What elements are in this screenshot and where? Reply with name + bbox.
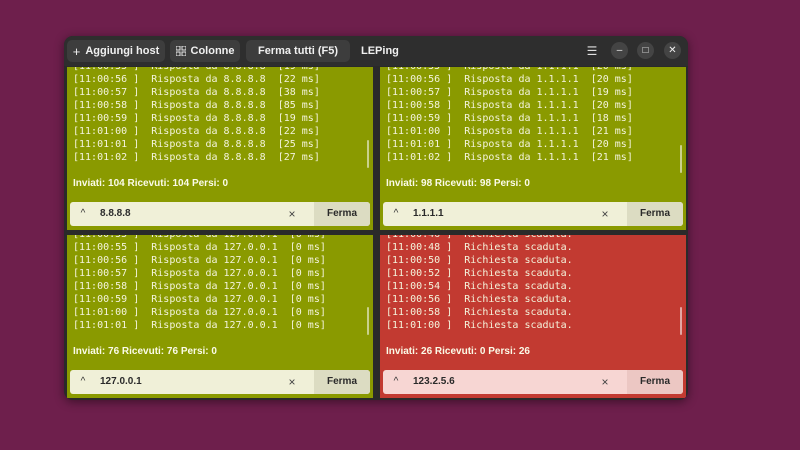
add-host-button[interactable]: + Aggiungi host bbox=[67, 40, 165, 62]
host-input[interactable] bbox=[100, 202, 280, 226]
host-bar: ^ × Ferma bbox=[70, 202, 370, 226]
grid-icon bbox=[175, 46, 186, 56]
stop-all-label: Ferma tutti (F5) bbox=[257, 45, 339, 57]
chevron-up-icon[interactable]: ^ bbox=[70, 370, 96, 394]
host-bar: ^ × Ferma bbox=[383, 202, 683, 226]
log-scrollbar[interactable] bbox=[680, 145, 682, 173]
columns-button[interactable]: Colonne bbox=[170, 40, 240, 62]
stop-button[interactable]: Ferma bbox=[627, 202, 683, 226]
ping-pane: [11:00:46 ] Richiesta scaduta. [11:00:48… bbox=[380, 235, 686, 398]
chevron-up-icon[interactable]: ^ bbox=[70, 202, 96, 226]
ping-log: [11:00:55 ] Risposta da 1.1.1.1 [20 ms] … bbox=[386, 67, 633, 163]
ping-stats: Inviati: 76 Ricevuti: 76 Persi: 0 bbox=[73, 346, 217, 357]
columns-label: Colonne bbox=[190, 45, 235, 57]
log-scrollbar[interactable] bbox=[680, 307, 682, 335]
clear-icon[interactable]: × bbox=[284, 202, 300, 226]
minimize-icon[interactable]: – bbox=[611, 42, 628, 59]
chevron-up-icon[interactable]: ^ bbox=[383, 202, 409, 226]
ping-log: [11:00:46 ] Richiesta scaduta. [11:00:48… bbox=[386, 235, 573, 331]
host-bar: ^ × Ferma bbox=[383, 370, 683, 394]
maximize-icon[interactable]: □ bbox=[637, 42, 654, 59]
log-scrollbar[interactable] bbox=[367, 307, 369, 335]
close-icon[interactable]: ✕ bbox=[664, 42, 681, 59]
add-host-label: Aggiungi host bbox=[85, 45, 160, 57]
ping-pane: [11:00:55 ] Risposta da 127.0.0.1 [0 ms]… bbox=[67, 235, 373, 398]
ping-stats: Inviati: 104 Ricevuti: 104 Persi: 0 bbox=[73, 178, 229, 189]
ping-log: [11:00:55 ] Risposta da 8.8.8.8 [19 ms] … bbox=[73, 67, 320, 163]
stop-button[interactable]: Ferma bbox=[627, 370, 683, 394]
app-window: + Aggiungi host Colonne Ferma tutti (F5)… bbox=[64, 36, 688, 400]
log-scrollbar[interactable] bbox=[367, 140, 369, 168]
menu-icon[interactable]: ☰ bbox=[583, 42, 601, 60]
host-input[interactable] bbox=[413, 202, 593, 226]
clear-icon[interactable]: × bbox=[597, 370, 613, 394]
host-bar: ^ × Ferma bbox=[70, 370, 370, 394]
header-bar: + Aggiungi host Colonne Ferma tutti (F5)… bbox=[64, 36, 688, 66]
window-title: LEPing bbox=[361, 45, 399, 57]
clear-icon[interactable]: × bbox=[284, 370, 300, 394]
stop-all-button[interactable]: Ferma tutti (F5) bbox=[246, 40, 350, 62]
ping-pane: [11:00:55 ] Risposta da 1.1.1.1 [20 ms] … bbox=[380, 67, 686, 230]
ping-pane: [11:00:55 ] Risposta da 8.8.8.8 [19 ms] … bbox=[67, 67, 373, 230]
ping-stats: Inviati: 26 Ricevuti: 0 Persi: 26 bbox=[386, 346, 530, 357]
stop-button[interactable]: Ferma bbox=[314, 202, 370, 226]
host-input[interactable] bbox=[100, 370, 280, 394]
host-input[interactable] bbox=[413, 370, 593, 394]
ping-stats: Inviati: 98 Ricevuti: 98 Persi: 0 bbox=[386, 178, 530, 189]
plus-icon: + bbox=[72, 43, 81, 59]
clear-icon[interactable]: × bbox=[597, 202, 613, 226]
chevron-up-icon[interactable]: ^ bbox=[383, 370, 409, 394]
stop-button[interactable]: Ferma bbox=[314, 370, 370, 394]
ping-log: [11:00:55 ] Risposta da 127.0.0.1 [0 ms]… bbox=[73, 235, 326, 331]
